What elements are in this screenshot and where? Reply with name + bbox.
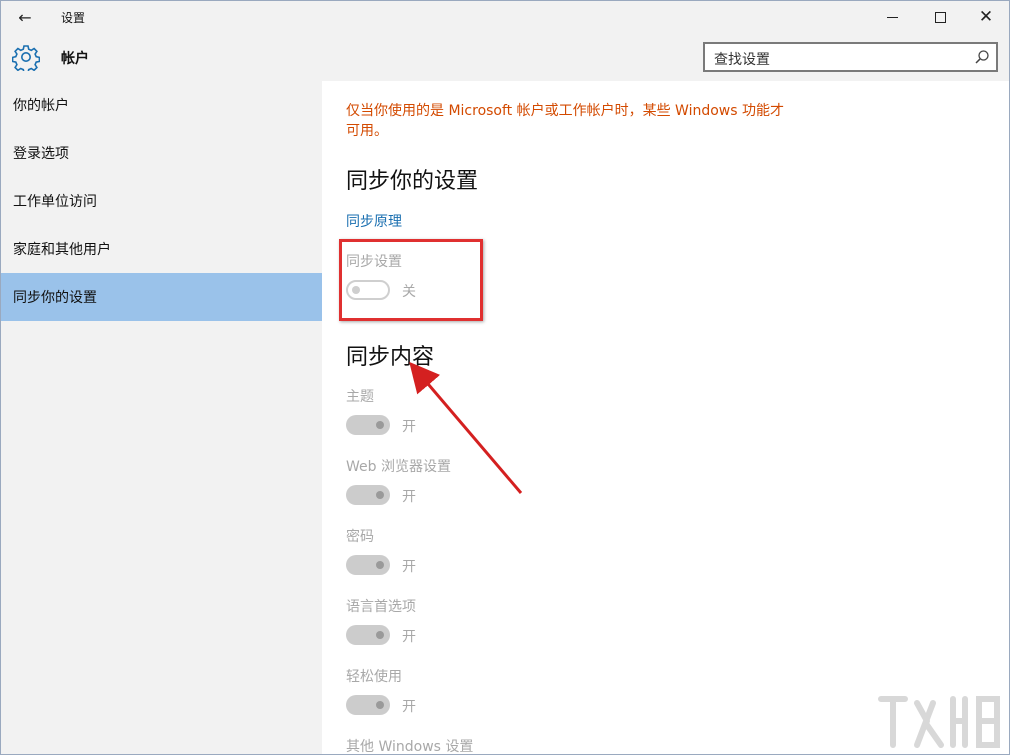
sidebar-item-label: 你的帐户 (13, 98, 69, 114)
minimize-icon (886, 16, 898, 18)
language-label: 语言首选项 (346, 599, 416, 615)
sidebar-item-label: 家庭和其他用户 (13, 242, 111, 258)
main-content: 仅当你使用的是 Microsoft 帐户或工作帐户时，某些 Windows 功能… (322, 81, 1009, 755)
maximize-button[interactable] (917, 1, 963, 33)
sidebar-item-work-access[interactable]: 工作单位访问 (1, 177, 322, 225)
sidebar-item-your-account[interactable]: 你的帐户 (1, 81, 322, 129)
settings-window: ← 设置 ✕ 帐户 查找设置 你的帐户 登录选项 工作单位访问 家庭和其他用户 … (0, 0, 1010, 755)
ease-of-access-toggle[interactable] (346, 695, 390, 715)
maximize-icon (934, 11, 946, 23)
web-browser-state: 开 (402, 489, 416, 505)
other-windows-settings-label: 其他 Windows 设置 (346, 739, 474, 755)
language-state: 开 (402, 629, 416, 645)
language-toggle[interactable] (346, 625, 390, 645)
sidebar-item-family-other-users[interactable]: 家庭和其他用户 (1, 225, 322, 273)
sidebar: 你的帐户 登录选项 工作单位访问 家庭和其他用户 同步你的设置 (1, 81, 322, 754)
sync-how-link[interactable]: 同步原理 (346, 211, 402, 231)
notice-text: 仅当你使用的是 Microsoft 帐户或工作帐户时，某些 Windows 功能… (346, 103, 785, 139)
annotation-highlight-box (339, 239, 483, 321)
ease-of-access-state: 开 (402, 699, 416, 715)
sidebar-item-label: 工作单位访问 (13, 194, 97, 210)
web-browser-toggle[interactable] (346, 485, 390, 505)
toggle-knob (376, 491, 384, 499)
passwords-label: 密码 (346, 529, 374, 545)
sync-content-heading: 同步内容 (346, 345, 435, 370)
theme-label: 主题 (346, 389, 374, 405)
toggle-knob (376, 631, 384, 639)
toggle-knob (376, 701, 384, 709)
close-icon: ✕ (978, 7, 994, 27)
theme-toggle[interactable] (346, 415, 390, 435)
sidebar-item-label: 同步你的设置 (13, 290, 97, 306)
page-header: 帐户 查找设置 (1, 33, 1009, 81)
back-arrow-icon: ← (18, 7, 32, 27)
search-input[interactable]: 查找设置 (703, 42, 998, 72)
passwords-toggle[interactable] (346, 555, 390, 575)
back-button[interactable]: ← (9, 5, 41, 29)
toggle-knob (376, 561, 384, 569)
ease-of-access-label: 轻松使用 (346, 669, 402, 685)
passwords-state: 开 (402, 559, 416, 575)
page-title: 帐户 (61, 51, 89, 67)
window-title: 设置 (61, 11, 86, 25)
minimize-button[interactable] (869, 1, 915, 33)
sync-heading: 同步你的设置 (346, 169, 479, 194)
watermark-logo (878, 696, 1000, 748)
toggle-knob (376, 421, 384, 429)
gear-icon (12, 45, 40, 71)
sidebar-item-sync-settings[interactable]: 同步你的设置 (1, 273, 322, 321)
search-icon[interactable] (974, 49, 990, 65)
title-bar: ← 设置 ✕ (1, 1, 1009, 33)
sidebar-item-sign-in-options[interactable]: 登录选项 (1, 129, 322, 177)
close-button[interactable]: ✕ (963, 1, 1009, 33)
web-browser-label: Web 浏览器设置 (346, 459, 451, 475)
search-placeholder: 查找设置 (714, 52, 770, 68)
sidebar-item-label: 登录选项 (13, 146, 69, 162)
theme-state: 开 (402, 419, 416, 435)
